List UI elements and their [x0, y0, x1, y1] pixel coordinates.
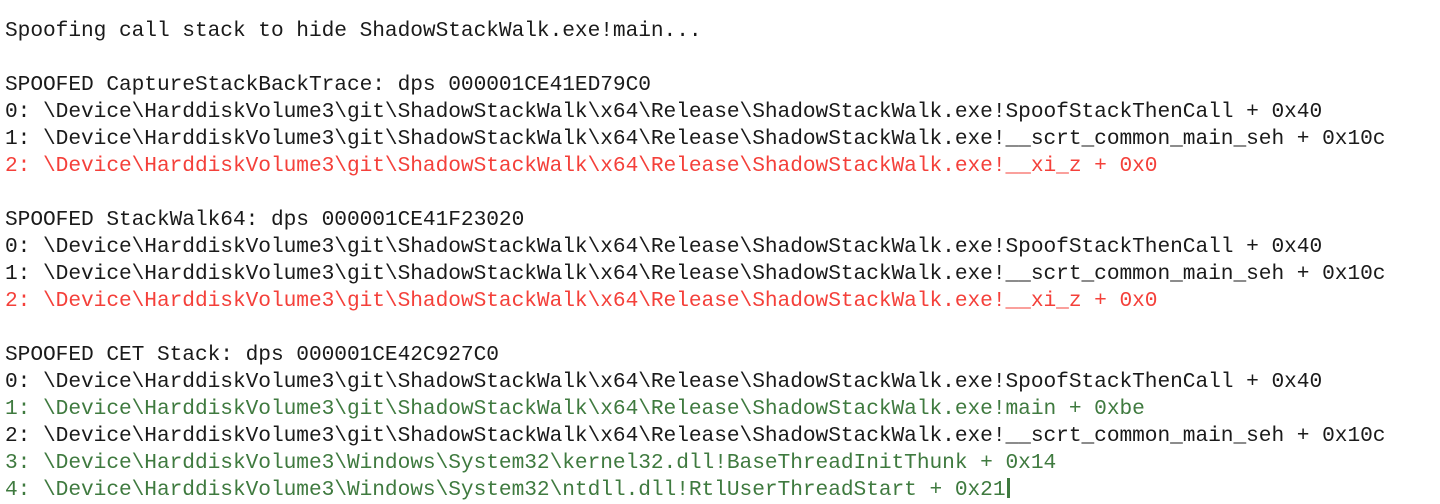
- console-line-text: 2: \Device\HarddiskVolume3\git\ShadowSta…: [5, 424, 1386, 448]
- console-line-block1-frame-1: 1: \Device\HarddiskVolume3\git\ShadowSta…: [5, 126, 1440, 153]
- console-line-block2-frame-2: 2: \Device\HarddiskVolume3\git\ShadowSta…: [5, 288, 1440, 315]
- console-line-block1-frame-2: 2: \Device\HarddiskVolume3\git\ShadowSta…: [5, 153, 1440, 180]
- text-cursor: [1006, 478, 1010, 498]
- console-line-block3-header: SPOOFED CET Stack: dps 000001CE42C927C0: [5, 342, 1440, 369]
- console-line-text: 0: \Device\HarddiskVolume3\git\ShadowSta…: [5, 370, 1323, 394]
- console-line-text: 3: \Device\HarddiskVolume3\Windows\Syste…: [5, 451, 1057, 475]
- console-line-text: 0: \Device\HarddiskVolume3\git\ShadowSta…: [5, 100, 1323, 124]
- console-line-text: 2: \Device\HarddiskVolume3\git\ShadowSta…: [5, 154, 1158, 178]
- console-line-intro: Spoofing call stack to hide ShadowStackW…: [5, 18, 1440, 45]
- console-line-block3-frame-3: 3: \Device\HarddiskVolume3\Windows\Syste…: [5, 450, 1440, 477]
- console-line-block3-frame-0: 0: \Device\HarddiskVolume3\git\ShadowSta…: [5, 369, 1440, 396]
- console-line-text: Spoofing call stack to hide ShadowStackW…: [5, 19, 702, 43]
- console-line-block2-header: SPOOFED StackWalk64: dps 000001CE41F2302…: [5, 207, 1440, 234]
- console-line-text: 1: \Device\HarddiskVolume3\git\ShadowSta…: [5, 127, 1386, 151]
- terminal-output[interactable]: Spoofing call stack to hide ShadowStackW…: [0, 0, 1440, 502]
- console-line-block3-frame-4: 4: \Device\HarddiskVolume3\Windows\Syste…: [5, 477, 1440, 504]
- console-line-text: 1: \Device\HarddiskVolume3\git\ShadowSta…: [5, 262, 1386, 286]
- console-line-text: 4: \Device\HarddiskVolume3\Windows\Syste…: [5, 478, 1006, 502]
- console-line-text: 0: \Device\HarddiskVolume3\git\ShadowSta…: [5, 235, 1323, 259]
- console-line-text: 1: \Device\HarddiskVolume3\git\ShadowSta…: [5, 397, 1145, 421]
- console-line-block3-frame-1: 1: \Device\HarddiskVolume3\git\ShadowSta…: [5, 396, 1440, 423]
- console-line-text: 2: \Device\HarddiskVolume3\git\ShadowSta…: [5, 289, 1158, 313]
- console-line-block2-frame-0: 0: \Device\HarddiskVolume3\git\ShadowSta…: [5, 234, 1440, 261]
- console-line-block1-frame-0: 0: \Device\HarddiskVolume3\git\ShadowSta…: [5, 99, 1440, 126]
- console-line-text: SPOOFED CET Stack: dps 000001CE42C927C0: [5, 343, 499, 367]
- console-line-text: SPOOFED StackWalk64: dps 000001CE41F2302…: [5, 208, 525, 232]
- console-line-block1-header: SPOOFED CaptureStackBackTrace: dps 00000…: [5, 72, 1440, 99]
- console-line-block3-frame-2: 2: \Device\HarddiskVolume3\git\ShadowSta…: [5, 423, 1440, 450]
- console-line-text: SPOOFED CaptureStackBackTrace: dps 00000…: [5, 73, 651, 97]
- console-line-block2-frame-1: 1: \Device\HarddiskVolume3\git\ShadowSta…: [5, 261, 1440, 288]
